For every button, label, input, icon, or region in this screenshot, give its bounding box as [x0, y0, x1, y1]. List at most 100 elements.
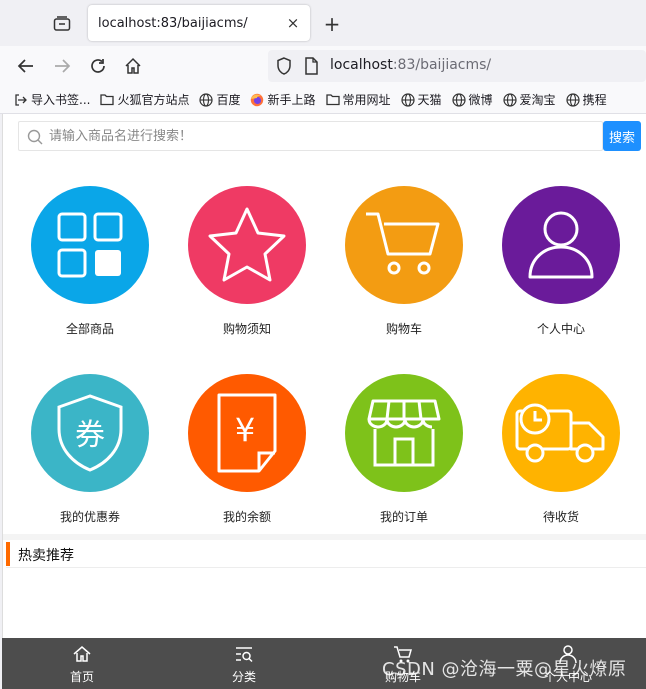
feature-label: 个人中心 — [536, 322, 585, 336]
url-bar[interactable]: localhost:83/baijiacms/ — [268, 50, 646, 82]
tab-title: localhost:83/baijiacms/ — [98, 15, 248, 31]
globe-icon — [199, 92, 216, 107]
globe-icon — [400, 92, 418, 107]
bookmark-label: 百度 — [216, 93, 241, 107]
feature-item[interactable]: 待收货 — [491, 374, 631, 544]
firefox-icon — [250, 93, 267, 107]
hot-section-title: 热卖推荐 — [18, 548, 74, 564]
forward-button[interactable] — [48, 52, 76, 80]
feature-label: 我的优惠券 — [59, 510, 120, 524]
search-box[interactable] — [18, 121, 603, 151]
hot-section-header: 热卖推荐 — [6, 540, 646, 568]
feature-label: 我的订单 — [379, 510, 428, 524]
feature-label: 待收货 — [542, 510, 579, 524]
feature-item[interactable]: 券我的优惠券 — [20, 374, 160, 544]
new-tab-button[interactable]: + — [320, 12, 344, 36]
feature-item[interactable]: 全部商品 — [20, 186, 160, 356]
feature-label: 我的余额 — [222, 510, 271, 524]
url-host: localhost — [330, 57, 393, 73]
user-icon — [526, 209, 596, 281]
home-icon — [125, 57, 141, 74]
back-button[interactable] — [12, 52, 40, 80]
feature-circle[interactable] — [502, 374, 620, 492]
coupon-icon: 券 — [55, 393, 125, 473]
bookmark-label: 爱淘宝 — [519, 93, 556, 107]
feature-item[interactable]: 个人中心 — [491, 186, 631, 356]
feature-circle[interactable] — [502, 186, 620, 304]
web-page: 搜索 全部商品 购物须知 购物车 个人中心券我的优惠券 ¥ 我的余额 我的订单 待收货 热卖推… — [2, 114, 646, 689]
tab-close-icon[interactable]: × — [284, 14, 302, 32]
bottom-nav-label: 首页 — [69, 670, 94, 684]
shield-icon[interactable] — [276, 57, 292, 75]
search-icon — [27, 129, 43, 145]
shop-icon — [367, 397, 441, 469]
feature-circle[interactable] — [188, 186, 306, 304]
tab-active[interactable]: localhost:83/baijiacms/ × — [88, 5, 310, 41]
bookmark-label: 火狐官方站点 — [117, 93, 190, 107]
tab-list-icon — [53, 16, 71, 31]
feature-label: 全部商品 — [65, 322, 114, 336]
truck-icon — [515, 401, 607, 465]
globe-icon — [565, 92, 583, 107]
bookmark-item[interactable]: 火狐官方站点 — [100, 91, 189, 108]
url-path: :83/baijiacms/ — [392, 57, 492, 73]
star-icon — [205, 205, 289, 285]
feature-label: 购物车 — [385, 322, 422, 336]
bookmark-item[interactable]: 百度 — [199, 91, 240, 108]
feature-circle[interactable]: 券 — [31, 374, 149, 492]
bookmark-label: 携程 — [582, 93, 607, 107]
bookmark-item[interactable]: 常用网址 — [325, 91, 391, 108]
feature-item[interactable]: 我的订单 — [334, 374, 474, 544]
search-button[interactable]: 搜索 — [603, 121, 641, 151]
home-button[interactable] — [119, 52, 147, 80]
bookmark-item[interactable]: 爱淘宝 — [502, 91, 556, 108]
feature-circle[interactable] — [345, 374, 463, 492]
feature-label: 购物须知 — [222, 322, 271, 336]
reload-button[interactable] — [84, 52, 112, 80]
globe-icon — [451, 92, 469, 107]
browser-navbar: localhost:83/baijiacms/ — [0, 46, 646, 86]
bookmark-label: 天猫 — [417, 93, 442, 107]
bookmarks-toolbar: 导入书签... 火狐官方站点 百度 新手上路 常用网址 天猫 微博 爱淘宝 携程 — [0, 86, 646, 114]
globe-icon — [502, 92, 520, 107]
bookmark-label: 新手上路 — [267, 93, 316, 107]
feature-circle[interactable] — [31, 186, 149, 304]
svg-text:券: 券 — [75, 418, 105, 453]
feature-circle[interactable] — [345, 186, 463, 304]
folder-icon — [325, 93, 343, 106]
browser-tabstrip: localhost:83/baijiacms/ × + — [0, 0, 646, 46]
bookmark-label: 微博 — [468, 93, 493, 107]
search-row: 搜索 — [18, 121, 641, 151]
forward-arrow-icon — [55, 59, 71, 73]
grid-icon — [55, 210, 125, 280]
search-input[interactable] — [49, 126, 589, 146]
feature-item[interactable]: ¥ 我的余额 — [177, 374, 317, 544]
balance-icon: ¥ — [215, 391, 279, 475]
feature-item[interactable]: 购物须知 — [177, 186, 317, 356]
feature-item[interactable]: 购物车 — [334, 186, 474, 356]
bookmark-item[interactable]: 导入书签... — [14, 91, 90, 108]
bottom-nav-item[interactable]: 首页 — [42, 638, 122, 689]
url-text[interactable]: localhost:83/baijiacms/ — [330, 57, 491, 73]
folder-icon — [100, 93, 117, 106]
bookmark-item[interactable]: 微博 — [451, 91, 493, 108]
feature-circle[interactable]: ¥ — [188, 374, 306, 492]
tab-list-button[interactable] — [48, 10, 76, 38]
bookmark-item[interactable]: 新手上路 — [250, 91, 316, 108]
cart-icon — [364, 210, 444, 280]
watermark-text: CSDN @沧海一粟@星火燎原 — [382, 659, 627, 680]
bottom-nav-item[interactable]: 分类 — [204, 638, 284, 689]
back-arrow-icon — [17, 59, 33, 73]
page-info-icon[interactable] — [304, 57, 318, 75]
bookmark-item[interactable]: 天猫 — [400, 91, 442, 108]
reload-icon — [91, 59, 105, 73]
bookmark-label: 导入书签... — [31, 93, 91, 107]
bookmark-label: 常用网址 — [342, 93, 391, 107]
category-icon — [234, 644, 254, 664]
bookmark-item[interactable]: 携程 — [565, 91, 607, 108]
import-icon — [14, 93, 31, 107]
svg-text:¥: ¥ — [235, 411, 255, 449]
bottom-nav-label: 分类 — [231, 670, 256, 684]
home-icon — [72, 644, 92, 664]
section-accent-bar — [6, 542, 10, 566]
